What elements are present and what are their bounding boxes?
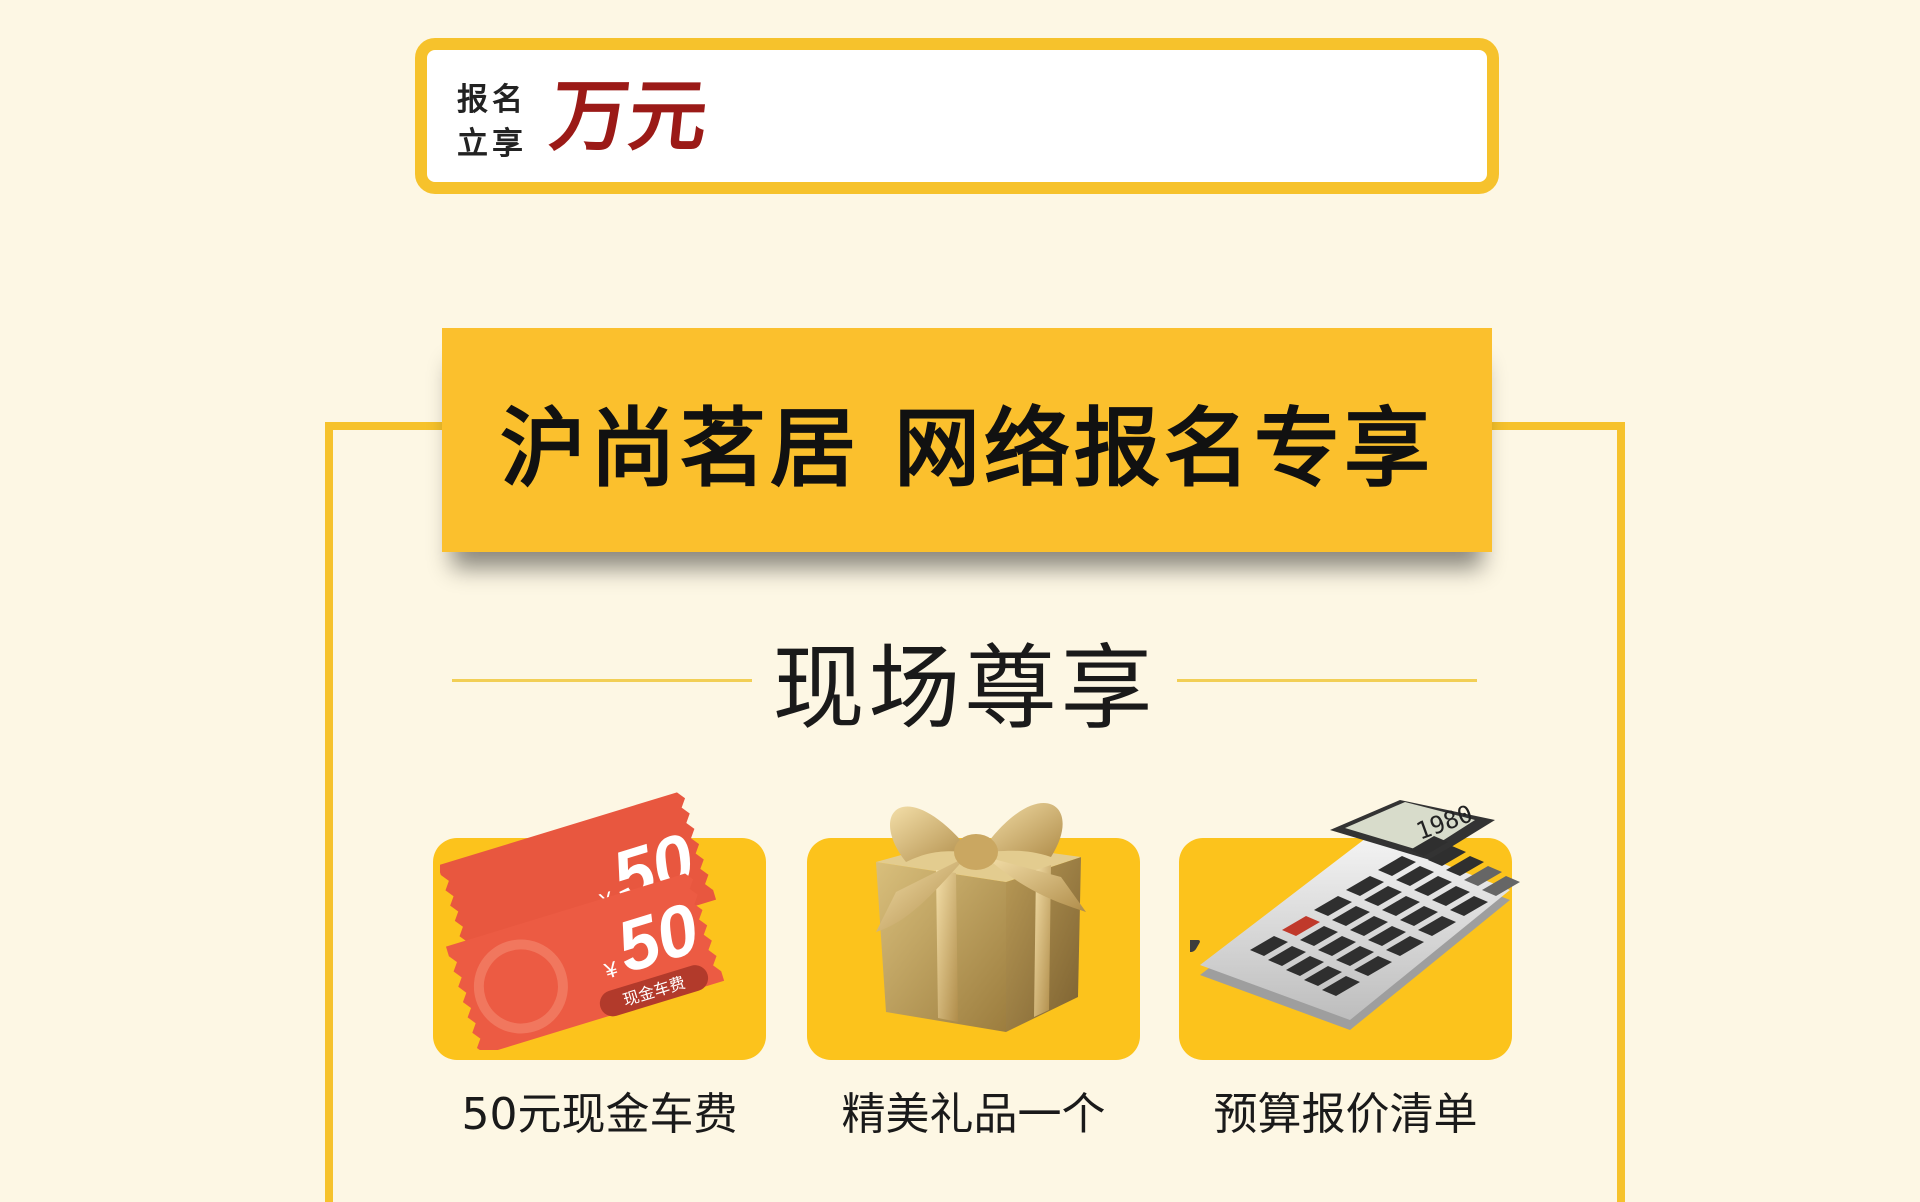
gift-box-icon: [876, 803, 1086, 1032]
heading-divider-left: [452, 678, 752, 682]
signup-amount: 万元: [546, 72, 712, 162]
banner-title: 沪尚茗居 网络报名专享: [500, 398, 1434, 499]
signup-caption: 报名 立享: [457, 78, 527, 166]
benefit-label-calculator: 预算报价清单: [1213, 1089, 1478, 1140]
section-title: 现场尊享: [772, 634, 1157, 742]
heading-divider-right: [1176, 678, 1477, 682]
benefit-label-gift: 精美礼品一个: [841, 1089, 1106, 1140]
benefit-label-cash: 50元现金车费: [461, 1089, 738, 1140]
page: 报名 立享 万元 沪尚茗居 网络报名专享 现场尊享 50 ¥: [0, 0, 1920, 1202]
section-heading: 现场尊享: [452, 620, 1477, 742]
signup-banner[interactable]: 报名 立享 万元: [415, 38, 1499, 194]
calculator-icon: 1980: [1190, 800, 1520, 1030]
promo-banner: 沪尚茗居 网络报名专享: [442, 328, 1492, 552]
cash-voucher-icon: 50 ¥ 50 ¥ 现金车费: [440, 792, 725, 1050]
signup-line-1: 报名: [457, 82, 527, 118]
signup-line-2: 立享: [457, 126, 527, 162]
